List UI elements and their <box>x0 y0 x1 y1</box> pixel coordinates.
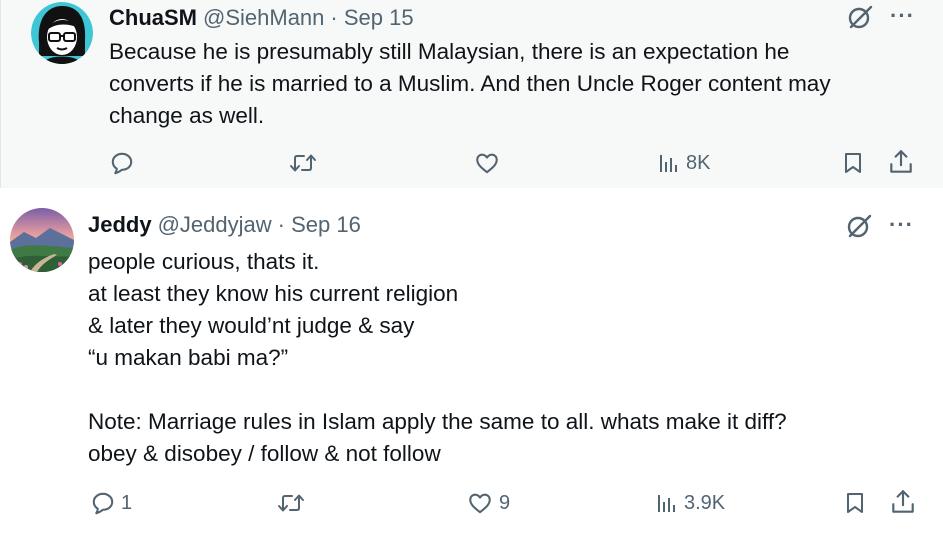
more-icon[interactable]: ··· <box>890 3 915 29</box>
tweet-chuasm[interactable]: ChuaSM @SiehMann · Sep 15 ··· Because he… <box>0 0 943 188</box>
handle[interactable]: @SiehMann <box>203 5 324 31</box>
reply-count: 1 <box>121 491 133 514</box>
repost-icon <box>278 494 304 512</box>
tweet-text: Because he is presumably still Malaysian… <box>109 36 909 132</box>
handle[interactable]: @Jeddyjaw <box>158 212 272 238</box>
tweet-text-line: Note: Marriage rules in Islam apply the … <box>88 409 787 434</box>
share-icon <box>890 150 912 173</box>
tweet-header: Jeddy @Jeddyjaw · Sep 16 <box>88 212 361 238</box>
share-button[interactable] <box>890 488 916 516</box>
reply-button[interactable]: 1 <box>90 490 132 516</box>
display-name[interactable]: ChuaSM <box>109 5 197 31</box>
reply-icon <box>111 152 133 175</box>
tweet-text-line: “u makan babi ma?” <box>88 345 289 370</box>
repost-button[interactable] <box>288 150 318 176</box>
bookmark-icon <box>845 153 861 173</box>
tweet-text: people curious, thats it. at least they … <box>88 246 908 470</box>
views-button[interactable]: 8K <box>657 150 710 176</box>
avatar-jeddy[interactable] <box>10 208 74 272</box>
view-count: 3.9K <box>684 491 726 514</box>
tweet-text-line: converts if he is married to a Muslim. A… <box>109 71 831 96</box>
like-count: 9 <box>499 491 511 514</box>
share-icon <box>892 490 914 513</box>
tweet-text-line: at least they know his current religion <box>88 281 459 306</box>
reply-button[interactable] <box>109 150 140 176</box>
more-icon[interactable]: ··· <box>889 212 914 238</box>
repost-button[interactable] <box>276 490 306 516</box>
like-button[interactable]: 9 <box>466 490 510 516</box>
tweet-text-line: & later they would’nt judge & say <box>88 313 415 338</box>
views-button[interactable]: 3.9K <box>655 490 725 516</box>
views-icon <box>658 495 675 512</box>
tweet-text-line <box>88 374 908 406</box>
tweet-text-line: change as well. <box>109 103 265 128</box>
bookmark-icon <box>847 493 863 513</box>
tweet-text-line: Because he is presumably still Malaysian… <box>109 39 790 64</box>
timestamp[interactable]: · Sep 15 <box>330 5 413 31</box>
view-count: 8K <box>686 151 711 174</box>
tweet-jeddy[interactable]: Jeddy @Jeddyjaw · Sep 16 ··· people curi… <box>0 188 943 535</box>
share-button[interactable] <box>888 148 914 176</box>
views-icon <box>660 155 677 172</box>
like-icon <box>476 153 498 174</box>
like-icon <box>469 493 491 514</box>
display-name[interactable]: Jeddy <box>88 212 152 238</box>
reply-icon <box>92 492 114 515</box>
grok-icon[interactable] <box>845 212 873 240</box>
avatar-chuasm[interactable] <box>31 2 93 64</box>
grok-icon[interactable] <box>846 3 874 31</box>
like-button[interactable] <box>473 150 506 176</box>
timestamp[interactable]: · Sep 16 <box>278 212 361 238</box>
bookmark-button[interactable] <box>841 150 865 176</box>
tweet-text-line: people curious, thats it. <box>88 249 320 274</box>
repost-icon <box>290 154 316 172</box>
tweet-header: ChuaSM @SiehMann · Sep 15 <box>109 5 414 31</box>
tweet-text-line: obey & disobey / follow & not follow <box>88 441 441 466</box>
bookmark-button[interactable] <box>843 490 867 516</box>
